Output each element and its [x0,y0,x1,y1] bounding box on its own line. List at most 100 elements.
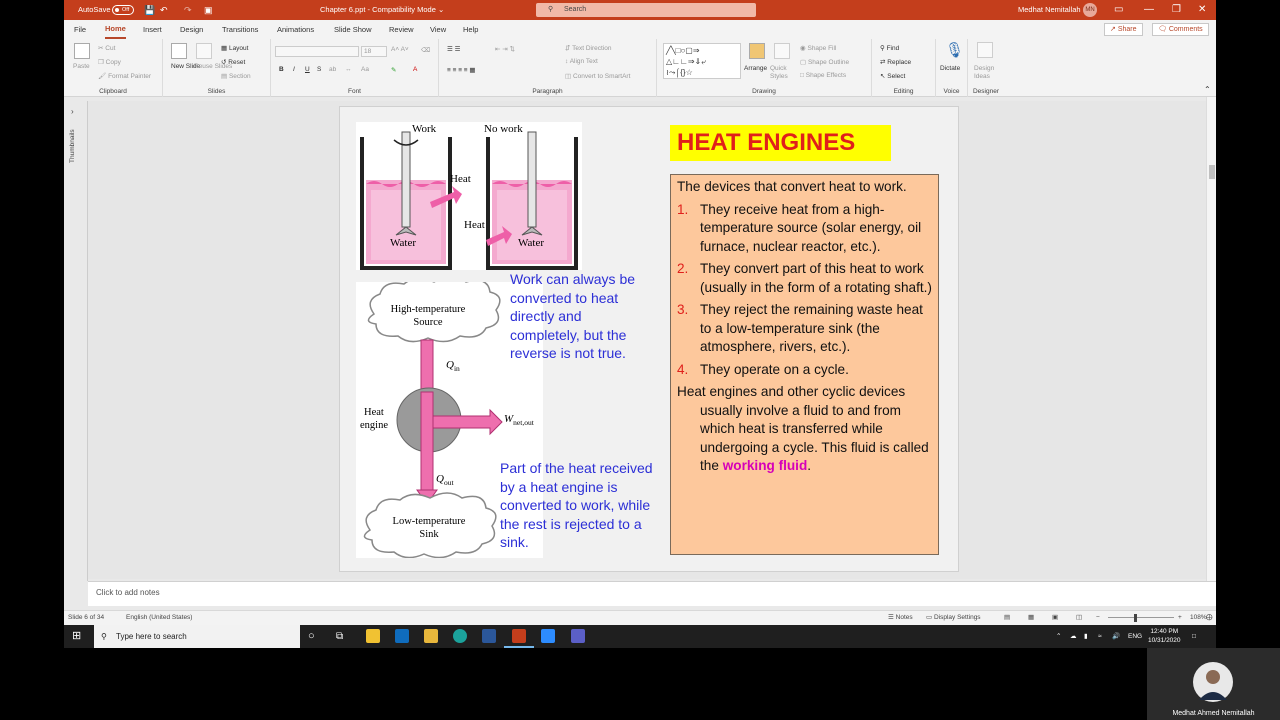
comments-button[interactable]: 🗨 Comments [1152,23,1209,36]
shape-fill-button[interactable]: ◉ Shape Fill [800,44,836,52]
quick-styles-button[interactable]: Quick Styles [770,65,794,81]
strikethrough-button[interactable]: ab [329,66,336,73]
align-icons[interactable]: ≡ ≡ ≡ ≡ ▦ [447,66,476,74]
font-size-select[interactable]: 18 [361,46,387,57]
vertical-scrollbar[interactable] [1206,97,1216,581]
save-icon[interactable]: 💾 [144,0,155,20]
align-text-button[interactable]: ↕ Align Text [565,58,598,65]
tab-file[interactable]: File [74,20,86,39]
scrollbar-thumb[interactable] [1209,165,1215,179]
font-family-select[interactable] [275,46,359,57]
tab-insert[interactable]: Insert [143,20,162,39]
find-button[interactable]: ⚲ Find [880,44,899,52]
tab-slide-show[interactable]: Slide Show [334,20,372,39]
zoom-app-icon[interactable] [541,629,555,643]
outlook-icon[interactable] [395,629,409,643]
highlight-icon[interactable]: ✎ [391,66,396,74]
battery-icon[interactable]: ▮ [1084,625,1088,648]
cut-button[interactable]: ✂ Cut [98,44,115,52]
dictate-button[interactable]: Dictate [940,65,960,72]
tab-home[interactable]: Home [105,20,126,39]
store-icon[interactable] [366,629,380,643]
grow-font-icon[interactable]: A˄ A˅ [391,46,409,53]
expand-thumbnails-icon[interactable]: › [71,107,74,116]
change-case-button[interactable]: Aa [361,66,369,73]
tab-animations[interactable]: Animations [277,20,314,39]
search-input[interactable]: ⚲ Search [536,3,756,17]
cloud-icon[interactable]: ☁ [1070,625,1077,648]
restore-icon[interactable]: ❐ [1172,0,1181,20]
sorter-view-icon[interactable]: ▦ [1028,611,1034,625]
notes-button[interactable]: ☰ Notes [888,611,913,625]
tray-chevron-icon[interactable]: ⌃ [1056,625,1061,648]
avatar[interactable]: MN [1083,3,1097,17]
normal-view-icon[interactable]: ▤ [1004,611,1010,625]
slide[interactable]: Work Water Heat No work Water Heat High-… [340,107,958,571]
copy-button[interactable]: ❐ Copy [98,58,121,66]
format-painter-button[interactable]: 🖌 Format Painter [98,72,151,80]
windows-start-icon[interactable]: ⊞ [72,625,81,648]
language-tray[interactable]: ENG [1128,625,1142,648]
tab-view[interactable]: View [430,20,446,39]
new-slide-icon[interactable] [171,43,187,59]
quick-styles-icon[interactable] [774,43,790,59]
tab-design[interactable]: Design [180,20,203,39]
bold-button[interactable]: B [279,66,284,73]
fit-slide-icon[interactable]: ⨁ [1206,611,1213,625]
tab-transitions[interactable]: Transitions [222,20,258,39]
spacing-icon[interactable]: ↔ [345,66,352,73]
reading-view-icon[interactable]: ▣ [1052,611,1058,625]
zoom-slider[interactable] [1108,617,1174,618]
tab-help[interactable]: Help [463,20,478,39]
thumbnails-pane[interactable]: › Thumbnails [64,101,88,581]
slide-title[interactable]: HEAT ENGINES [670,125,891,161]
notifications-icon[interactable]: □ [1192,625,1196,648]
ribbon-display-icon[interactable]: ▭ [1114,0,1123,20]
taskbar-search-input[interactable]: ⚲ Type here to search [94,625,300,648]
arrange-button[interactable]: Arrange [744,65,767,72]
redo-icon[interactable]: ↷ [184,0,192,20]
powerpoint-icon[interactable] [512,629,526,643]
slideshow-view-icon[interactable]: ◫ [1076,611,1082,625]
shadow-button[interactable]: S [317,66,321,73]
file-explorer-icon[interactable] [424,629,438,643]
design-ideas-button[interactable]: Design Ideas [974,65,1000,81]
task-view-icon[interactable]: ⧉ [336,625,343,648]
collapse-ribbon-icon[interactable]: ⌃ [1204,85,1211,94]
volume-icon[interactable]: 🔊 [1112,625,1120,648]
bullets-icon[interactable]: ☰ ☰ [447,45,460,53]
smartart-button[interactable]: ◫ Convert to SmartArt [565,72,630,80]
underline-button[interactable]: U [305,66,310,73]
edge-icon[interactable] [453,629,467,643]
tab-review[interactable]: Review [389,20,414,39]
wifi-icon[interactable]: ≈ [1098,625,1102,648]
close-icon[interactable]: ✕ [1198,0,1206,20]
display-settings-button[interactable]: ▭ Display Settings [926,611,981,625]
word-icon[interactable] [482,629,496,643]
shape-effects-button[interactable]: □ Shape Effects [800,72,846,79]
section-button[interactable]: ▤ Section [221,72,251,80]
language-indicator[interactable]: English (United States) [126,611,192,625]
indent-icons[interactable]: ⇤ ⇥ ⇅ [495,45,515,53]
shape-outline-button[interactable]: ▢ Shape Outline [800,58,849,66]
italic-button[interactable]: I [293,66,295,73]
text-direction-button[interactable]: ⇵ Text Direction [565,44,612,52]
undo-icon[interactable]: ↶ [160,0,168,20]
zoom-out-icon[interactable]: − [1096,611,1100,625]
teams-icon[interactable] [571,629,585,643]
notes-pane[interactable]: Click to add notes [88,581,1216,606]
present-icon[interactable]: ▣ [204,0,213,20]
paste-button[interactable]: Paste [73,63,90,70]
font-color-icon[interactable]: A [413,66,417,73]
reset-button[interactable]: ↺ Reset [221,58,245,66]
content-textbox[interactable]: The devices that convert heat to work. 1… [670,174,939,555]
layout-button[interactable]: ▦ Layout [221,44,248,52]
share-button[interactable]: ↗ Share [1104,23,1143,36]
shapes-gallery[interactable]: ╱╲□○▢⇒ △∟∟⇒⇓⤶ ≀⤳⌠{}☆ [663,43,741,79]
design-ideas-icon[interactable] [977,42,993,58]
reuse-slides-icon[interactable] [196,43,212,59]
select-button[interactable]: ↖ Select [880,72,905,80]
clear-format-icon[interactable]: ⌫ [421,46,430,54]
minimize-icon[interactable]: — [1144,0,1154,20]
arrange-icon[interactable] [749,43,765,59]
